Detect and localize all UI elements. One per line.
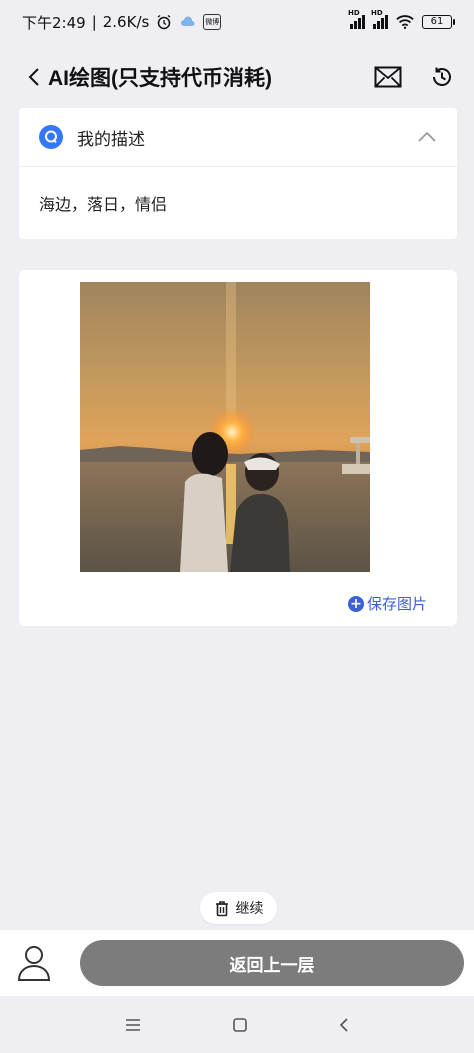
network-speed: 2.6K/s [102, 13, 150, 31]
status-right: HD HD 61 [348, 9, 455, 31]
nav-actions [374, 65, 454, 89]
continue-button[interactable]: 继续 [200, 892, 277, 924]
mail-icon [374, 66, 402, 88]
description-header[interactable]: 我的描述 [19, 108, 457, 167]
chevron-left-icon [28, 68, 39, 86]
back-button[interactable] [28, 62, 46, 92]
square-icon [233, 1017, 247, 1032]
user-profile-button[interactable] [16, 943, 52, 983]
menu-button[interactable] [125, 1018, 141, 1032]
chevron-up-icon [418, 131, 436, 142]
page-title: AI绘图(只支持代币消耗) [48, 67, 272, 90]
save-image-label: 保存图片 [366, 595, 427, 613]
plus-circle-icon: + [347, 595, 364, 612]
return-previous-button[interactable]: 返回上一层 [80, 940, 464, 986]
signal-strength-icon: HD [348, 9, 365, 29]
system-back-button[interactable] [339, 1017, 349, 1033]
mail-button[interactable] [374, 66, 402, 88]
generated-image-card: + 保存图片 [19, 270, 457, 626]
wifi-icon [396, 13, 414, 31]
user-icon [17, 946, 51, 981]
signal-strength-icon: HD [371, 9, 388, 29]
status-left: 下午2:49 | 2.6K/s 微博 [22, 12, 222, 33]
cloud-icon [179, 13, 197, 31]
save-image-button[interactable]: + 保存图片 [347, 593, 427, 614]
q-chat-icon [39, 125, 63, 149]
menu-icon [126, 1018, 141, 1031]
status-separator: | [91, 13, 97, 31]
generated-image[interactable] [80, 282, 370, 572]
trash-icon [215, 900, 228, 916]
bottom-bar: 返回上一层 [0, 930, 474, 996]
continue-label: 继续 [235, 901, 264, 917]
description-label: 我的描述 [77, 129, 145, 150]
nav-bar: AI绘图(只支持代币消耗) [0, 48, 474, 106]
chevron-left-icon [339, 1017, 348, 1032]
status-bar: 下午2:49 | 2.6K/s 微博 HD HD 61 [0, 0, 474, 44]
description-text: 海边，落日，情侣 [39, 195, 168, 214]
battery-icon: 61 [422, 15, 455, 29]
history-icon [433, 67, 451, 86]
collapse-toggle[interactable] [417, 128, 437, 147]
description-card: 我的描述 海边，落日，情侣 [19, 108, 457, 239]
system-nav-bar [0, 996, 474, 1053]
status-time: 下午2:49 [22, 13, 86, 32]
alarm-clock-icon [155, 13, 173, 31]
weibo-app-icon: 微博 [203, 14, 222, 30]
home-button[interactable] [232, 1017, 248, 1033]
history-button[interactable] [430, 65, 454, 89]
